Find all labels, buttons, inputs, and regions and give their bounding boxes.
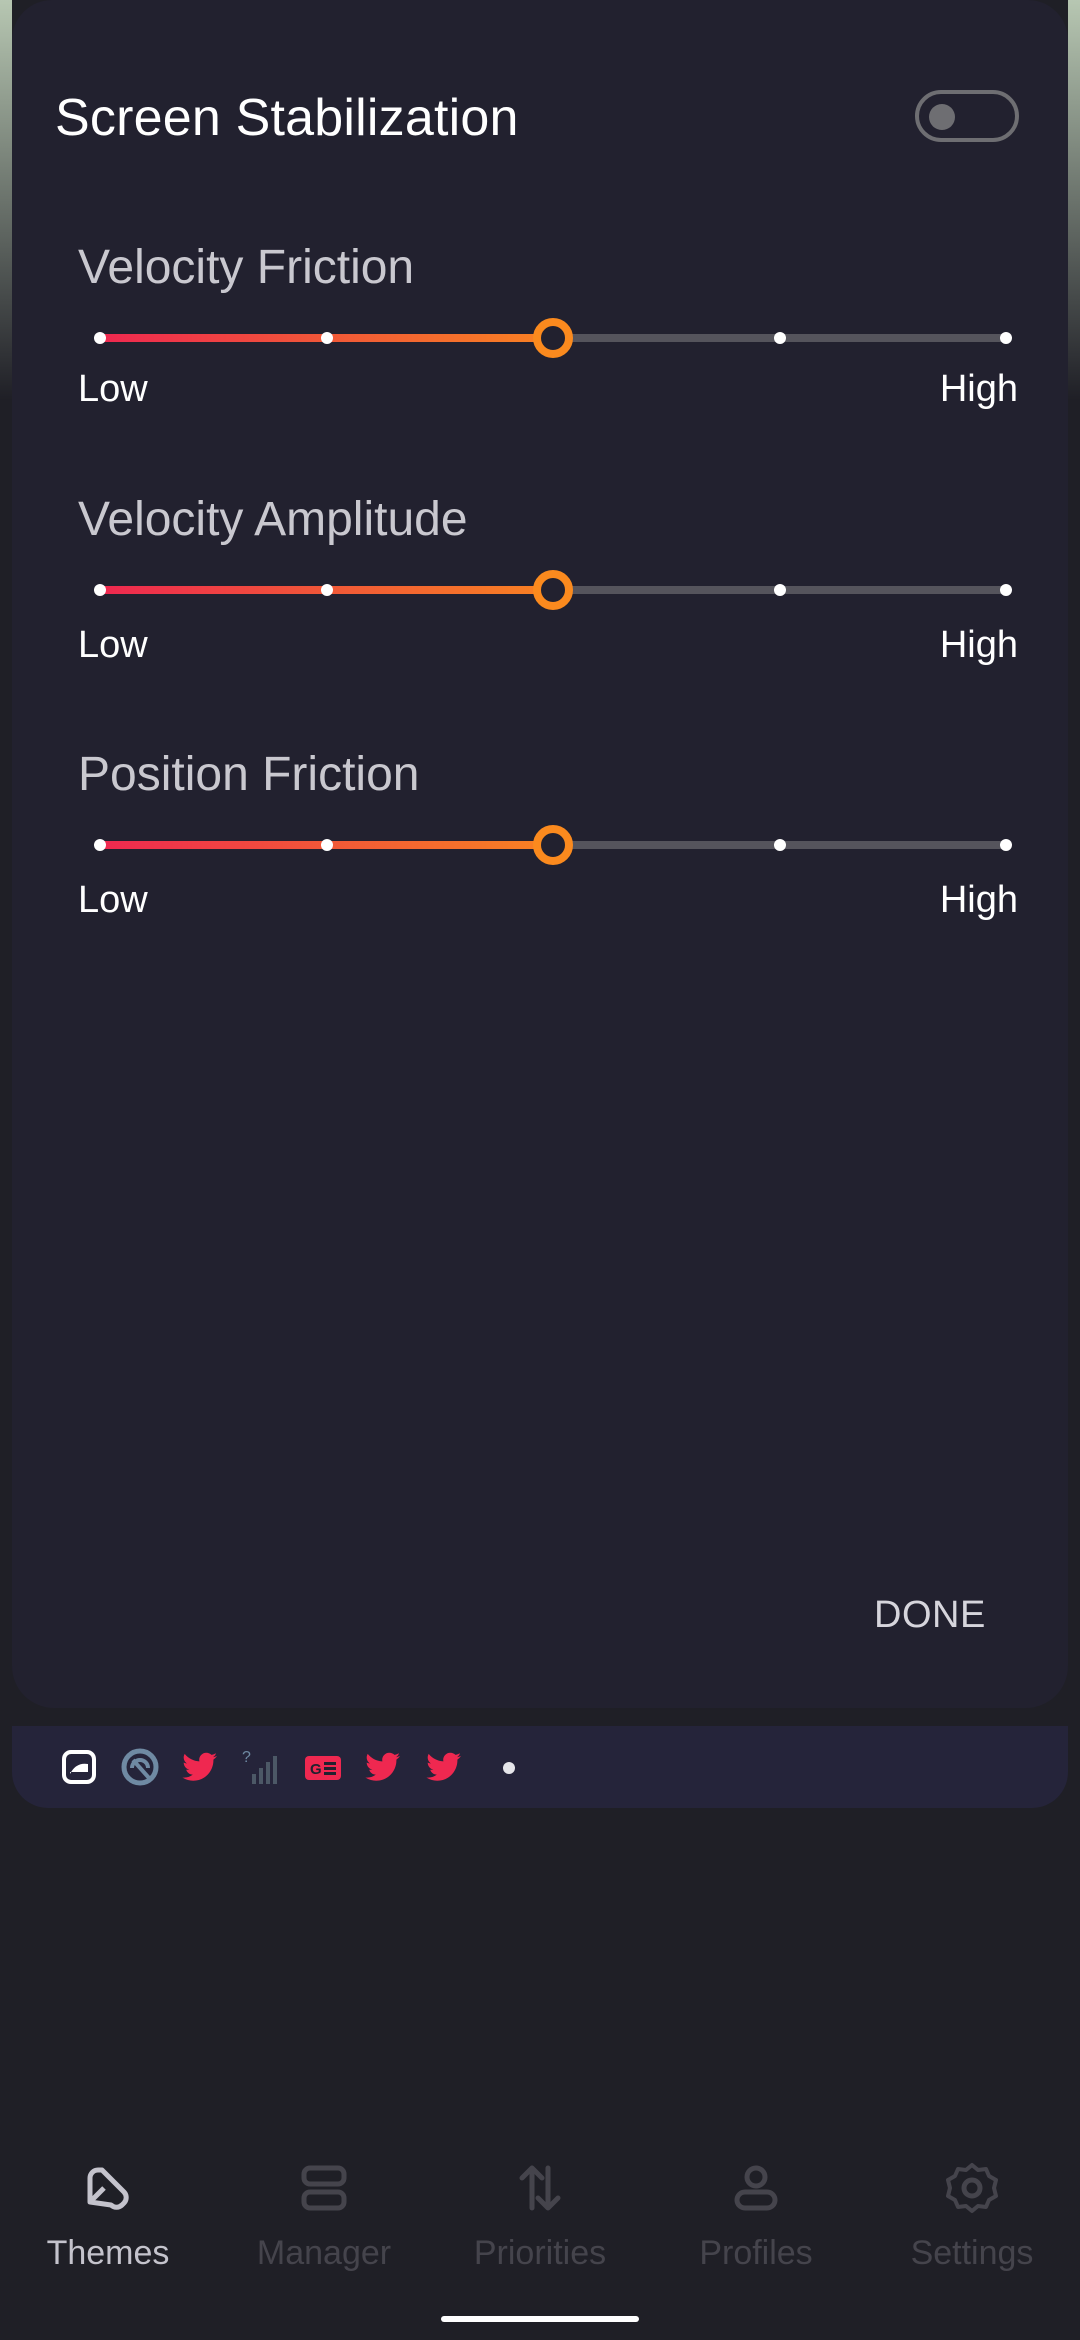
slider-step-tick [773,584,786,596]
nav-label: Profiles [699,2234,813,2272]
manager-stack-icon [301,2165,347,2211]
toggle-knob [929,104,955,130]
slider-low-label: Low [78,879,148,921]
setting-title: Velocity Friction [78,241,415,294]
slider-step-tick [773,839,786,851]
screen-stabilization-sheet: Screen Stabilization Velocity Friction L… [12,0,1068,1708]
slider-step-tick [94,839,106,851]
slider-low-label: Low [78,368,148,410]
slider-step-tick [320,332,333,344]
screenshot-app-icon [62,1750,96,1784]
more-notifications-dot [503,1762,515,1774]
stabilization-toggle[interactable] [915,90,1019,142]
slider-thumb[interactable] [533,570,573,610]
setting-title: Position Friction [78,748,420,801]
bottom-navigation: Themes Manager Priorities Profiles Setti… [0,2150,1080,2290]
slider-high-label: High [939,368,1018,410]
slider-high-label: High [939,879,1018,921]
nav-item-themes[interactable]: Themes [0,2150,216,2290]
twitter-icon [426,1752,461,1781]
svg-text:?: ? [242,1749,251,1766]
done-button[interactable]: DONE [874,1594,986,1637]
slider-high-label: High [939,624,1018,666]
slider-thumb[interactable] [533,825,573,865]
settings-gear-icon [946,2163,998,2213]
slider-thumb[interactable] [533,318,573,358]
slider-step-tick [1000,839,1012,851]
position-friction-slider[interactable] [94,825,1012,865]
notification-strip[interactable]: ? G [12,1726,1068,1808]
nav-label: Settings [910,2234,1034,2272]
twitter-icon [365,1752,400,1781]
nav-label: Priorities [473,2234,607,2272]
slider-step-tick [1000,332,1012,344]
slider-step-tick [320,584,333,596]
profile-person-icon [734,2165,778,2211]
setting-title: Velocity Amplitude [78,493,468,546]
slider-step-tick [773,332,786,344]
background-wallpaper-edge [1068,0,1080,400]
slider-step-tick [320,839,333,851]
slider-step-tick [94,584,106,596]
nav-item-settings[interactable]: Settings [864,2150,1080,2290]
slider-step-tick [94,332,106,344]
no-signal-icon: ? [242,1749,277,1784]
twitter-icon [182,1752,217,1781]
nav-item-profiles[interactable]: Profiles [648,2150,864,2290]
slider-step-tick [1000,584,1012,596]
nav-label: Themes [46,2234,170,2272]
news-app-icon: G [305,1756,341,1780]
nav-item-priorities[interactable]: Priorities [432,2150,648,2290]
home-indicator[interactable] [441,2316,639,2322]
velocity-friction-slider[interactable] [94,318,1012,358]
velocity-amplitude-slider[interactable] [94,570,1012,610]
slider-low-label: Low [78,624,148,666]
background-wallpaper-edge [0,0,12,400]
sheet-title: Screen Stabilization [55,89,519,147]
android-circle-icon [121,1748,159,1786]
priorities-arrows-icon [519,2165,561,2211]
nav-item-manager[interactable]: Manager [216,2150,432,2290]
themes-brush-icon [87,2167,129,2210]
svg-text:G: G [310,1761,322,1778]
nav-label: Manager [256,2234,392,2272]
